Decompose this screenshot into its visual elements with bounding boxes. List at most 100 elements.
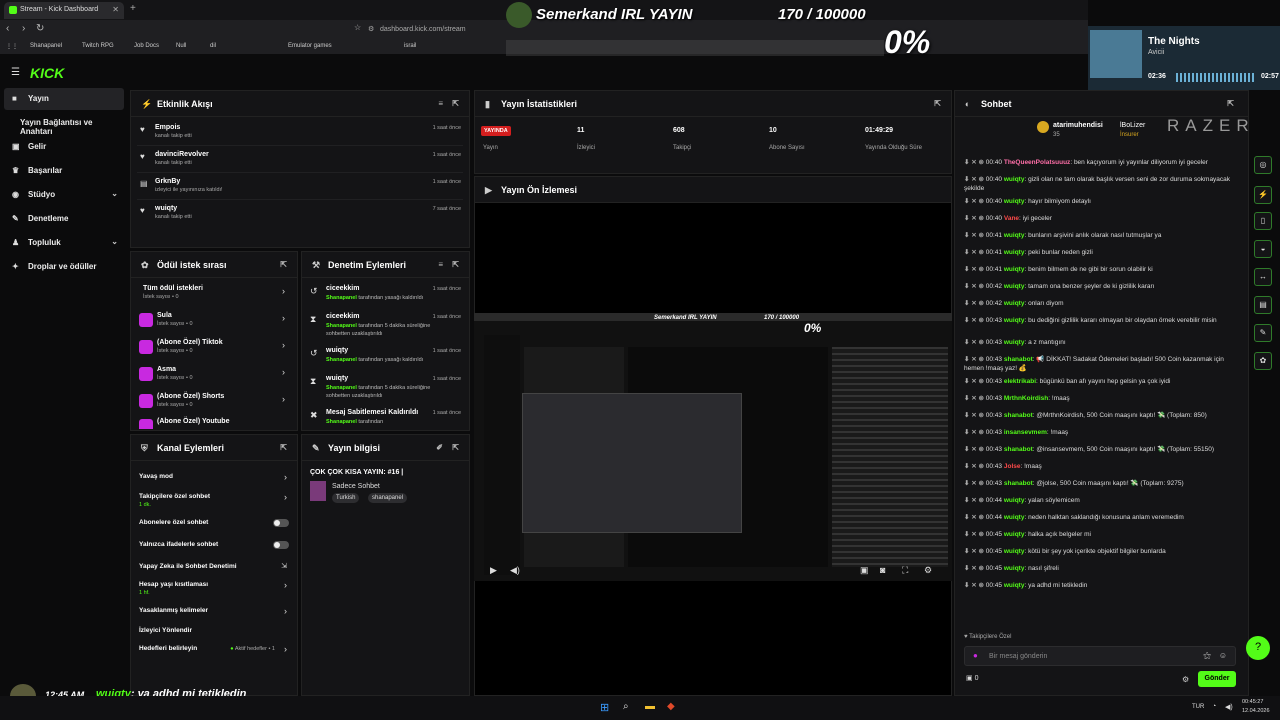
message-user[interactable]: wuiqty [1004, 514, 1025, 521]
popout-icon[interactable]: ⇱ [280, 443, 287, 452]
account-age-row[interactable]: Hesap yaşı kısıtlaması 1 hf. › [137, 577, 291, 601]
bookmark-emulator-games[interactable]: Emulator games [288, 43, 332, 49]
mod-badge-icon[interactable]: ⬇ ⨯ ⊚ [964, 176, 986, 183]
slow-mode-row[interactable]: Yavaş mod › [137, 469, 291, 489]
mod-badge-icon[interactable]: ⬇ ⨯ ⊚ [964, 317, 986, 324]
list-item[interactable]: Sula İstek sayısı • 0 › [137, 309, 291, 335]
mod-badge-icon[interactable]: ⬇ ⨯ ⊚ [964, 249, 986, 256]
top-gifter-3[interactable]: İnsurer [1120, 132, 1139, 138]
message-user[interactable]: wuiqty [1004, 497, 1025, 504]
mod-badge-icon[interactable]: ⬇ ⨯ ⊚ [964, 497, 986, 504]
event-user[interactable]: GrknBy [155, 178, 180, 185]
list-item[interactable]: (Abone Özel) Shorts İstek sayısı • 0 › [137, 390, 291, 416]
mod-badge-icon[interactable]: ⬇ ⨯ ⊚ [964, 480, 986, 487]
quick-action-list-icon[interactable]: ▤ [1254, 296, 1272, 314]
edit-icon[interactable]: ✐ [436, 443, 443, 452]
sidebar-item-achievements[interactable]: ♛ Başarılar [4, 160, 124, 182]
mod-badge-icon[interactable]: ⬇ ⨯ ⊚ [964, 531, 986, 538]
quick-action-reward-icon[interactable]: ✿ [1254, 352, 1272, 370]
popout-icon[interactable]: ⇱ [452, 260, 459, 269]
mod-badge-icon[interactable]: ⬇ ⨯ ⊚ [964, 565, 986, 572]
message-user[interactable]: shanabot [1004, 480, 1033, 487]
message-user[interactable]: wuiqty [1004, 582, 1025, 589]
goals-row[interactable]: Hedefleri belirleyin ● Aktif hedefler • 1… [137, 641, 291, 661]
host-row[interactable]: İzleyici Yönlendir [137, 623, 291, 643]
top-gifter[interactable]: atarimuhendisi [1053, 122, 1103, 129]
sidebar-item-studio[interactable]: ◉ Stüdyo ⌄ [4, 184, 124, 206]
followers-only-row[interactable]: Takipçilere özel sohbet 1 dk. › [137, 489, 291, 513]
event-user[interactable]: wuiqty [155, 205, 177, 212]
emote-menu-icon[interactable]: ⚝ [1203, 651, 1211, 661]
message-user[interactable]: MrthnKoirdish [1004, 395, 1048, 402]
quick-action-1-icon[interactable]: ◎ [1254, 156, 1272, 174]
settings-icon[interactable]: ⚙ [924, 565, 932, 576]
kick-logo[interactable]: KICK [30, 65, 64, 81]
popout-icon[interactable]: ⇱ [452, 443, 459, 452]
mod-badge-icon[interactable]: ⬇ ⨯ ⊚ [964, 300, 986, 307]
quick-action-bolt-icon[interactable]: ⚡ [1254, 186, 1272, 204]
apps-icon[interactable]: ⋮⋮ [6, 43, 18, 50]
network-icon[interactable]: ◔ [1212, 703, 1216, 710]
bookmark-twitch-rpg[interactable]: Twitch RPG [82, 43, 114, 49]
popout-icon[interactable]: ⇱ [452, 99, 459, 108]
message-user[interactable]: insansevmem [1004, 429, 1047, 436]
mod-badge-icon[interactable]: ⬇ ⨯ ⊚ [964, 232, 986, 239]
emoji-icon[interactable]: ☺ [1219, 651, 1227, 660]
banned-words-row[interactable]: Yasaklanmış kelimeler › [137, 603, 291, 623]
mod-actor[interactable]: Shanapanel [326, 323, 357, 329]
new-tab-icon[interactable]: + [130, 3, 136, 14]
popout-icon[interactable]: ⇱ [1227, 99, 1234, 108]
mod-badge-icon[interactable]: ⬇ ⨯ ⊚ [964, 215, 986, 222]
sidebar-item-moderation[interactable]: ✎ Denetleme [4, 208, 124, 230]
message-user[interactable]: wuiqty [1004, 249, 1025, 256]
filter-icon[interactable]: ≡ [438, 99, 443, 108]
message-user[interactable]: Vane [1004, 215, 1019, 222]
filter-icon[interactable]: ≡ [438, 260, 443, 269]
chat-settings-icon[interactable]: ⚙ [1182, 675, 1189, 684]
reward-all[interactable]: Tüm ödül istekleri İstek sayısı • 0 › [137, 282, 291, 308]
mod-actor[interactable]: Shanapanel [326, 385, 357, 391]
mod-badge-icon[interactable]: ⬇ ⨯ ⊚ [964, 463, 986, 470]
list-item[interactable]: (Abone Özel) Youtube [137, 415, 291, 429]
mod-badge-icon[interactable]: ⬇ ⨯ ⊚ [964, 356, 986, 363]
mod-badge-icon[interactable]: ⬇ ⨯ ⊚ [964, 514, 986, 521]
mic-icon[interactable]: ● [973, 651, 978, 660]
browser-tab[interactable]: Stream - Kick Dashboard ✕ [4, 2, 124, 19]
quick-action-chat-icon[interactable]: ◒ [1254, 240, 1272, 258]
sidebar-item-stream-key[interactable]: Yayın Bağlantısı ve Anahtarı [4, 112, 124, 136]
message-user[interactable]: shanabot [1004, 356, 1033, 363]
top-gifter-2[interactable]: lBoLizer [1120, 122, 1145, 129]
mod-badge-icon[interactable]: ⬇ ⨯ ⊚ [964, 378, 986, 385]
sidebar-item-revenue[interactable]: ▣ Gelir [4, 136, 124, 158]
message-user[interactable]: wuiqty [1004, 339, 1025, 346]
message-user[interactable]: wuiqty [1004, 266, 1025, 273]
emotes-only-toggle[interactable] [273, 541, 289, 549]
mod-badge-icon[interactable]: ⬇ ⨯ ⊚ [964, 429, 986, 436]
message-user[interactable]: wuiqty [1004, 317, 1025, 324]
sidebar-item-stream[interactable]: ■ Yayın [4, 88, 124, 110]
play-icon[interactable]: ▶ [490, 565, 497, 576]
popout-icon[interactable]: ⇱ [280, 260, 287, 269]
quick-action-wrench-icon[interactable]: ✎ [1254, 324, 1272, 342]
message-user[interactable]: Jolse [1004, 463, 1021, 470]
mod-target[interactable]: wuiqty [326, 375, 348, 382]
chat-input[interactable]: ● Bir mesaj gönderin ⚝ ☺ [964, 646, 1236, 666]
bookmark-dil[interactable]: dil [210, 43, 216, 49]
bookmark-job-docs[interactable]: Job Docs [134, 43, 159, 49]
message-user[interactable]: wuiqty [1004, 198, 1025, 205]
file-explorer-icon[interactable]: ▬ [645, 701, 655, 712]
message-user[interactable]: wuiqty [1004, 565, 1025, 572]
fullscreen-icon[interactable]: ⛶ [902, 565, 908, 576]
event-user[interactable]: davinciRevolver [155, 151, 209, 158]
mod-badge-icon[interactable]: ⬇ ⨯ ⊚ [964, 283, 986, 290]
language-indicator[interactable]: TUR [1192, 704, 1204, 710]
close-tab-icon[interactable]: ✕ [112, 5, 119, 14]
mod-target[interactable]: ciceekkim [326, 313, 359, 320]
site-info-icon[interactable]: ⚙ [368, 25, 374, 33]
volume-icon[interactable]: ◀) [510, 565, 520, 576]
list-item[interactable]: (Abone Özel) Tiktok İstek sayısı • 0 › [137, 336, 291, 362]
message-user[interactable]: wuiqty [1004, 232, 1025, 239]
mod-badge-icon[interactable]: ⬇ ⨯ ⊚ [964, 159, 986, 166]
category-name[interactable]: Sadece Sohbet [332, 483, 380, 490]
snapshot-icon[interactable]: ◙ [880, 565, 885, 575]
